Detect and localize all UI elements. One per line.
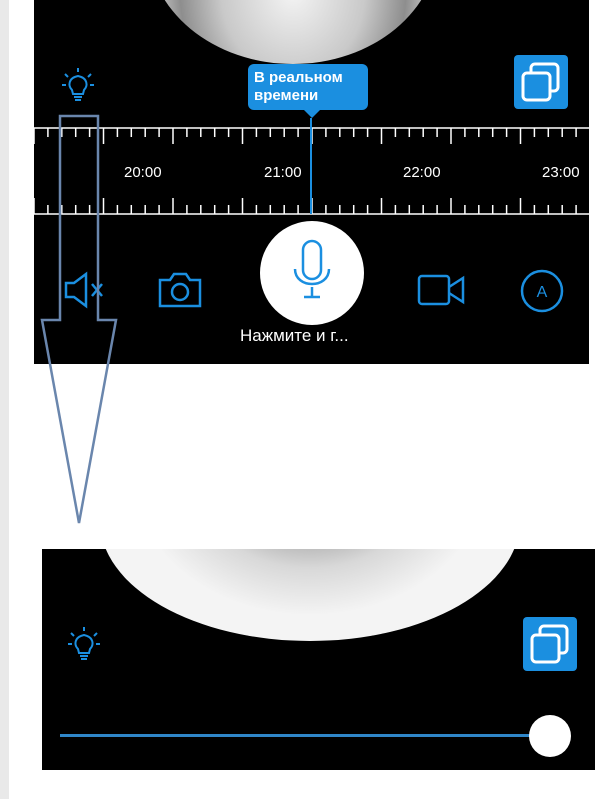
down-arrow-annotation bbox=[40, 114, 118, 524]
